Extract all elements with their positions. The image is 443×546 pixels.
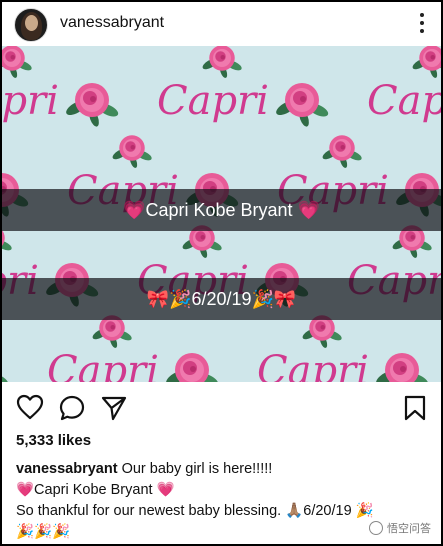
overlay-banner-date: 🎀🎉6/20/19🎉🎀 <box>2 278 441 320</box>
caption-line-1: vanessabryant Our baby girl is here!!!!! <box>16 459 436 480</box>
pattern-word: Capri <box>47 348 159 382</box>
avatar[interactable] <box>14 8 48 42</box>
caption-line-2: 💗Capri Kobe Bryant 💗 <box>16 482 175 498</box>
overlay-date-text: 🎀🎉6/20/19🎉🎀 <box>146 289 297 309</box>
pattern-word: Capri <box>367 78 441 124</box>
watermark-logo-icon <box>369 521 383 535</box>
pattern-word: Capri <box>257 348 369 382</box>
likes-count[interactable]: 5,333 likes <box>16 432 91 449</box>
comment-icon[interactable] <box>58 394 86 427</box>
overlay-banner-name: 💗Capri Kobe Bryant 💗 <box>2 189 441 231</box>
caption-username[interactable]: vanessabryant <box>16 461 118 477</box>
post-username[interactable]: vanessabryant <box>60 14 164 32</box>
more-options-icon[interactable] <box>419 13 425 35</box>
send-icon[interactable] <box>100 394 128 427</box>
post-image[interactable]: CapriCapriCapriCapriCapriCapriCapriCapri… <box>2 46 441 382</box>
action-bar <box>2 388 441 428</box>
pattern-word: Capri <box>2 78 59 124</box>
watermark: 悟空问答 <box>369 520 431 536</box>
overlay-name-text: 💗Capri Kobe Bryant 💗 <box>123 200 320 220</box>
caption-text-1: Our baby girl is here!!!!! <box>117 461 273 477</box>
caption-line-3: So thankful for our newest baby blessing… <box>16 503 374 519</box>
post-header: vanessabryant <box>2 2 441 46</box>
bookmark-icon[interactable] <box>403 394 427 427</box>
heart-icon[interactable] <box>16 394 44 425</box>
pattern-word: Capri <box>157 78 269 124</box>
post-card: vanessabryant CapriCapriCapriCapriCapriC… <box>2 2 441 544</box>
watermark-text: 悟空问答 <box>387 523 431 535</box>
avatar-face <box>25 15 38 31</box>
